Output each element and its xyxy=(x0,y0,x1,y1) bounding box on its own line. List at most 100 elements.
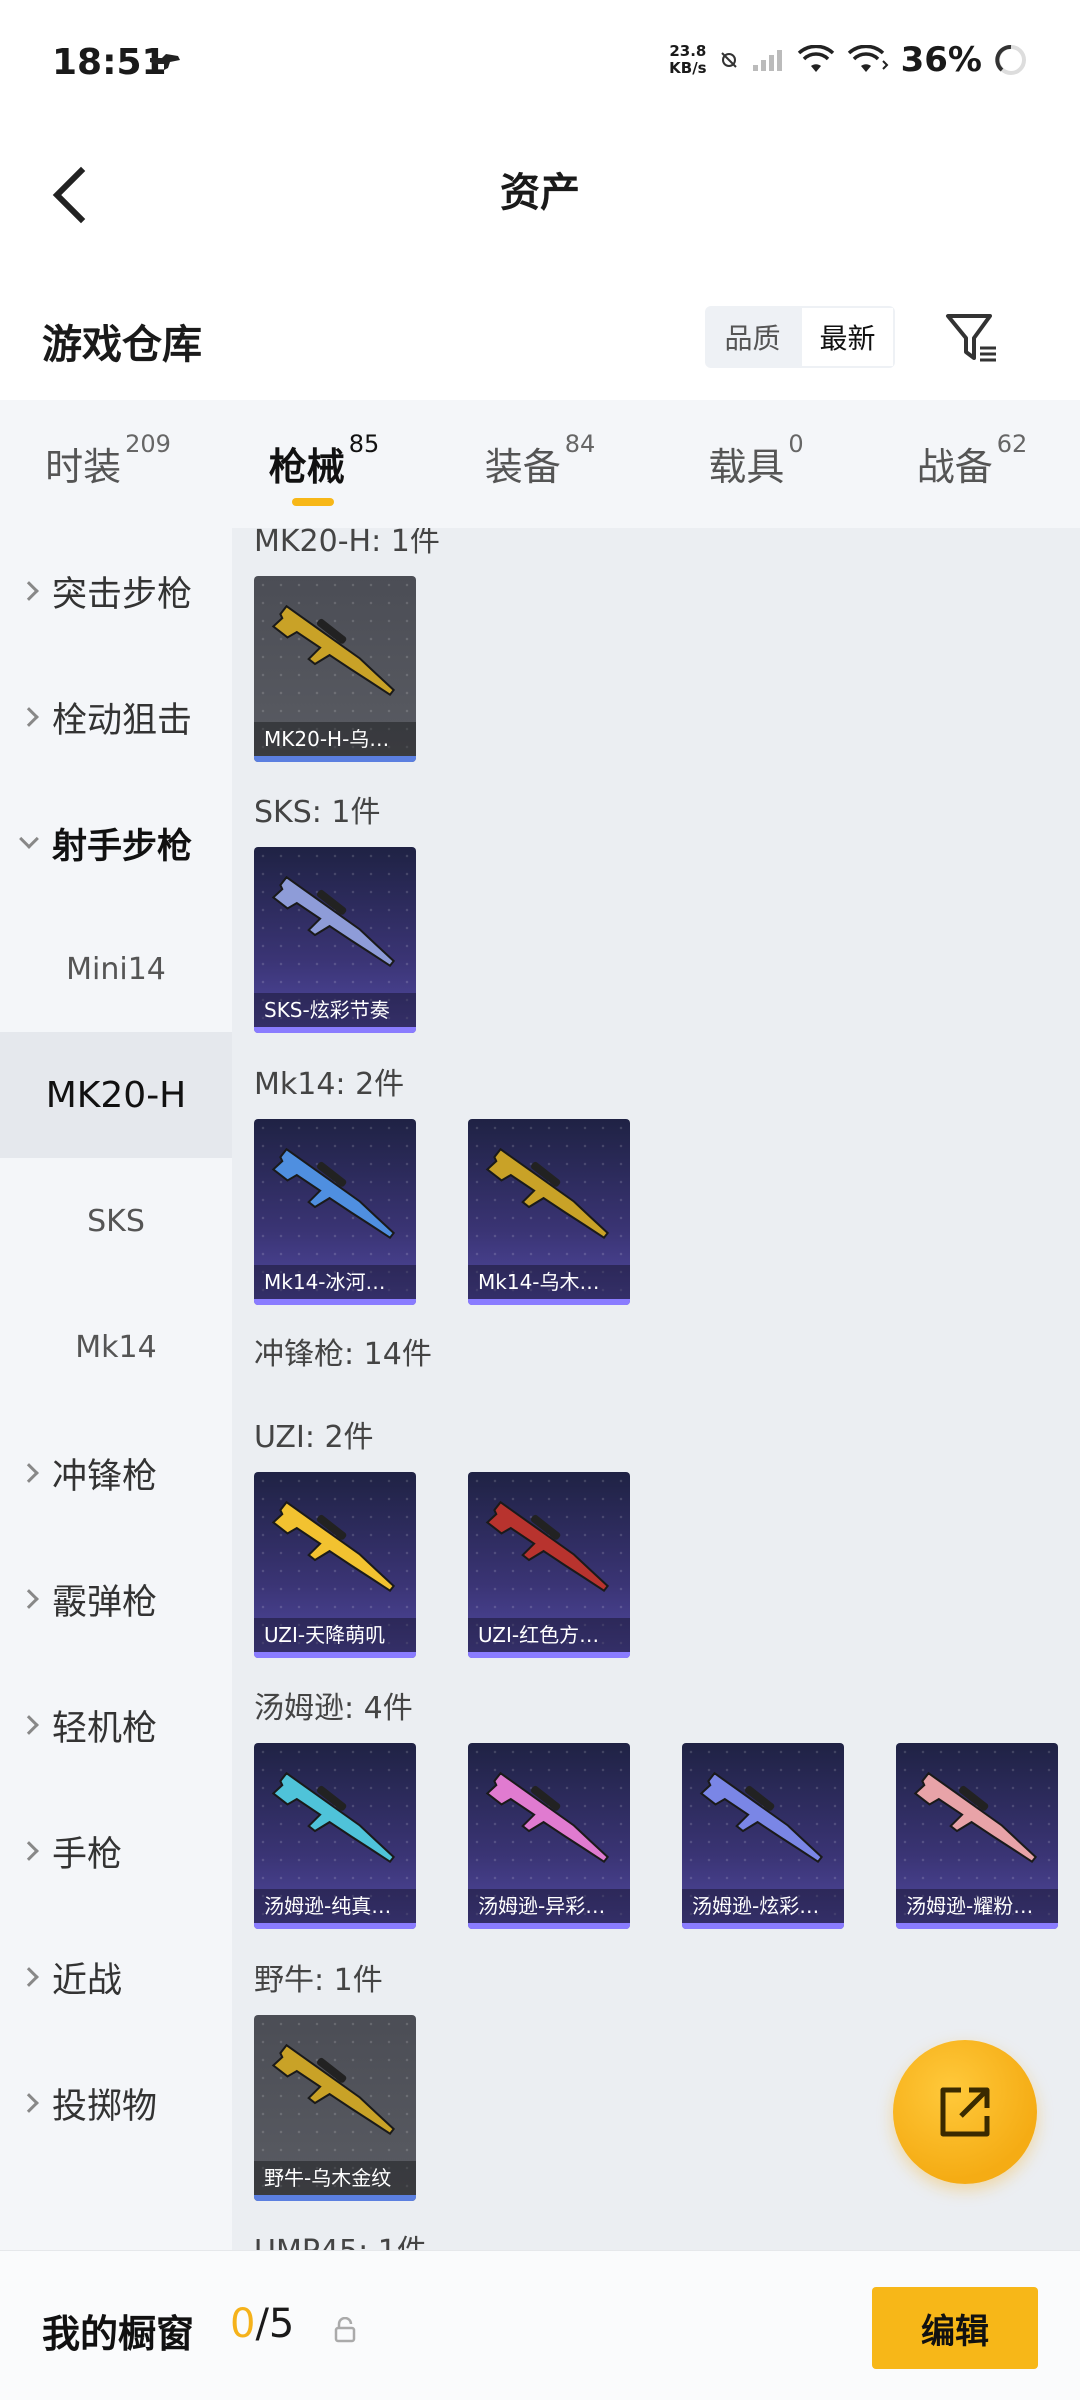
group-label: Mk14: 2件 xyxy=(254,1067,405,1102)
group-label: 冲锋枪: 14件 xyxy=(254,1337,432,1372)
weapon-skin-card[interactable]: 野牛-乌木金纹 xyxy=(254,2015,416,2201)
quality-strip xyxy=(468,1652,630,1658)
sidebar-item-label: 栓动狙击 xyxy=(52,700,193,741)
edit-button[interactable]: 编辑 xyxy=(872,2287,1038,2369)
weapon-image xyxy=(699,1771,824,1864)
quality-strip xyxy=(254,1299,416,1305)
weapon-image xyxy=(271,1771,396,1864)
chevron-right-icon xyxy=(19,1715,39,1735)
alarm-off-icon xyxy=(720,52,737,68)
sidebar-sub-sks[interactable]: SKS xyxy=(0,1158,232,1284)
weapon-skin-name: 野牛-乌木金纹 xyxy=(254,2161,416,2195)
sidebar-sub-mk20h[interactable]: MK20-H xyxy=(0,1032,232,1158)
sidebar-item-shotgun[interactable]: 霰弹枪 xyxy=(0,1536,232,1662)
weapon-skin-card[interactable]: MK20-H-乌… xyxy=(254,576,416,762)
weapon-skin-name: UZI-天降萌叽 xyxy=(254,1618,416,1652)
showcase-total: /5 xyxy=(255,2301,295,2347)
weapon-skin-card[interactable]: 汤姆逊-耀粉… xyxy=(896,1743,1058,1929)
weapon-skin-card[interactable]: Mk14-冰河… xyxy=(254,1119,416,1305)
sidebar-item-marksman-rifle[interactable]: 射手步枪 xyxy=(0,780,232,906)
sidebar-item-label: 近战 xyxy=(52,1960,123,2001)
tab-count: 0 xyxy=(788,430,804,458)
chevron-right-icon xyxy=(19,2093,39,2113)
sidebar-item-label: 手枪 xyxy=(52,1834,123,1875)
battery-level: 36% xyxy=(900,40,982,80)
sort-quality-option[interactable]: 品质 xyxy=(705,306,800,368)
share-fab[interactable] xyxy=(893,2040,1037,2184)
weapon-image xyxy=(485,1500,610,1593)
sidebar-item-bolt-sniper[interactable]: 栓动狙击 xyxy=(0,654,232,780)
quality-strip xyxy=(254,756,416,762)
item-grid: MK20-H: 1件 MK20-H-乌… SKS: 1件 SKS-炫彩节奏 Mk14: … xyxy=(232,528,1080,2250)
group-label: SKS: 1件 xyxy=(254,795,381,830)
weapon-skin-name: 汤姆逊-纯真… xyxy=(254,1889,416,1923)
tab-count: 84 xyxy=(564,430,596,458)
page-title: 资产 xyxy=(500,170,580,216)
weapon-skin-name: Mk14-冰河… xyxy=(254,1265,416,1299)
chevron-right-icon xyxy=(19,1967,39,1987)
quality-strip xyxy=(254,1027,416,1033)
weapon-image xyxy=(271,2043,396,2136)
chevron-right-icon xyxy=(19,1463,39,1483)
weapon-skin-card[interactable]: SKS-炫彩节奏 xyxy=(254,847,416,1033)
quality-strip xyxy=(682,1923,844,1929)
weapon-skin-card[interactable]: UZI-红色方… xyxy=(468,1472,630,1658)
weapon-skin-name: SKS-炫彩节奏 xyxy=(254,993,416,1027)
weapon-image xyxy=(913,1771,1038,1864)
weapon-skin-card[interactable]: UZI-天降萌叽 xyxy=(254,1472,416,1658)
weapon-skin-name: 汤姆逊-炫彩… xyxy=(682,1889,844,1923)
weapon-image xyxy=(271,604,396,697)
sidebar-item-throwable[interactable]: 投掷物 xyxy=(0,2040,232,2166)
tab-label: 时装 xyxy=(45,445,122,489)
net-speed-value: 23.8 xyxy=(669,42,707,60)
quality-strip xyxy=(254,1923,416,1929)
quality-strip xyxy=(254,1652,416,1658)
weapon-skin-card[interactable]: 汤姆逊-炫彩… xyxy=(682,1743,844,1929)
group-label: UZI: 2件 xyxy=(254,1420,374,1455)
showcase-used: 0 xyxy=(230,2301,256,2347)
sidebar-item-label: 霰弹枪 xyxy=(52,1582,158,1623)
signal-icon xyxy=(752,50,782,71)
sort-latest-option[interactable]: 最新 xyxy=(800,306,895,368)
sidebar-item-lmg[interactable]: 轻机枪 xyxy=(0,1662,232,1788)
sort-toggle: 品质 最新 xyxy=(705,306,895,368)
sidebar-item-pistol[interactable]: 手枪 xyxy=(0,1788,232,1914)
sidebar-item-label: 轻机枪 xyxy=(52,1708,158,1749)
weapon-skin-name: 汤姆逊-耀粉… xyxy=(896,1889,1058,1923)
net-speed: 23.8 KB/s xyxy=(669,43,706,77)
sidebar-item-label: 投掷物 xyxy=(52,2086,158,2127)
weapon-skin-name: UZI-红色方… xyxy=(468,1618,630,1652)
tab-count: 209 xyxy=(125,430,171,458)
weapon-skin-name: MK20-H-乌… xyxy=(254,722,416,756)
weapon-image xyxy=(271,1147,396,1240)
showcase-bar: 我的橱窗 0/5 编辑 xyxy=(0,2250,1080,2400)
tab-supplies[interactable]: 战备 62 xyxy=(864,400,1080,528)
group-label: 汤姆逊: 4件 xyxy=(254,1691,413,1726)
sidebar-item-assault-rifle[interactable]: 突击步枪 xyxy=(0,528,232,654)
sidebar-item-label: 射手步枪 xyxy=(52,826,193,867)
quality-strip xyxy=(254,2195,416,2201)
showcase-count: 0/5 xyxy=(230,2301,294,2347)
sidebar-sub-mini14[interactable]: Mini14 xyxy=(0,906,232,1032)
filter-button[interactable] xyxy=(940,306,1004,370)
lock-icon xyxy=(334,2317,356,2343)
sidebar-sub-mk14[interactable]: Mk14 xyxy=(0,1284,232,1410)
tab-label: 装备 xyxy=(484,445,561,489)
app-header: 资产 xyxy=(0,130,1080,260)
quality-strip xyxy=(468,1299,630,1305)
wifi-hotspot-icon xyxy=(847,45,889,72)
sidebar-item-smg[interactable]: 冲锋枪 xyxy=(0,1410,232,1536)
weapon-skin-card[interactable]: 汤姆逊-异彩… xyxy=(468,1743,630,1929)
tab-fashion[interactable]: 时装 209 xyxy=(0,400,216,528)
chevron-right-icon xyxy=(19,707,39,727)
tab-equipment[interactable]: 装备 84 xyxy=(432,400,648,528)
tab-active-indicator xyxy=(292,498,334,506)
tab-vehicles[interactable]: 载具 0 xyxy=(648,400,864,528)
share-export-icon xyxy=(940,2087,990,2137)
tab-firearms[interactable]: 枪械 85 xyxy=(216,400,432,528)
weapon-skin-card[interactable]: Mk14-乌木… xyxy=(468,1119,630,1305)
battery-ring-icon xyxy=(995,45,1026,75)
group-label: UMP45: 1件 xyxy=(254,2226,427,2250)
weapon-skin-card[interactable]: 汤姆逊-纯真… xyxy=(254,1743,416,1929)
sidebar-item-melee[interactable]: 近战 xyxy=(0,1914,232,2040)
